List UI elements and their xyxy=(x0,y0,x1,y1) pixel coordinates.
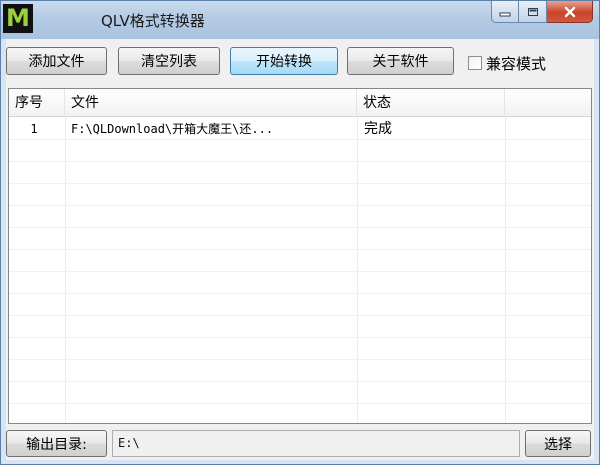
maximize-icon xyxy=(527,7,538,16)
caption-buttons xyxy=(491,1,593,23)
column-header-index[interactable]: 序号 xyxy=(9,89,65,117)
column-divider xyxy=(357,117,358,423)
column-divider xyxy=(65,117,66,423)
row-divider xyxy=(9,315,591,316)
close-button[interactable] xyxy=(547,1,593,23)
row-divider xyxy=(9,271,591,272)
row-divider xyxy=(9,161,591,162)
row-divider xyxy=(9,337,591,338)
output-path-field[interactable]: E:\ xyxy=(112,430,520,457)
row-divider xyxy=(9,403,591,404)
row-index: 1 xyxy=(30,122,38,136)
row-divider xyxy=(9,381,591,382)
row-divider xyxy=(9,183,591,184)
list-body: 1 F:\QLDownload\开箱大魔王\还... 完成 xyxy=(9,117,591,423)
row-divider xyxy=(9,293,591,294)
column-header-empty xyxy=(505,89,591,117)
column-header-file[interactable]: 文件 xyxy=(65,89,357,117)
close-icon xyxy=(564,6,575,17)
row-divider xyxy=(9,227,591,228)
title-bar[interactable]: M QLV格式转换器 xyxy=(1,1,599,39)
about-button[interactable]: 关于软件 xyxy=(347,47,454,75)
compat-mode-option[interactable]: 兼容模式 xyxy=(468,52,546,74)
row-status: 完成 xyxy=(364,121,392,137)
row-divider xyxy=(9,249,591,250)
compat-mode-checkbox[interactable] xyxy=(468,56,482,70)
compat-mode-label: 兼容模式 xyxy=(486,54,547,73)
app-icon: M xyxy=(3,4,33,33)
app-window: M QLV格式转换器 添加文件 清空列表 开始转换 关于软件 兼容模式 序号 文… xyxy=(0,0,600,465)
row-divider xyxy=(9,359,591,360)
column-divider xyxy=(505,117,506,423)
minimize-button[interactable] xyxy=(491,1,519,23)
clear-list-button[interactable]: 清空列表 xyxy=(118,47,220,75)
minimize-icon xyxy=(499,12,511,16)
window-title: QLV格式转换器 xyxy=(101,12,205,30)
add-file-button[interactable]: 添加文件 xyxy=(6,47,107,75)
column-header-status[interactable]: 状态 xyxy=(357,89,505,117)
choose-button[interactable]: 选择 xyxy=(525,430,591,457)
output-dir-button[interactable]: 输出目录: xyxy=(6,430,107,457)
maximize-button[interactable] xyxy=(519,1,547,23)
start-convert-button[interactable]: 开始转换 xyxy=(230,47,338,75)
list-header: 序号 文件 状态 xyxy=(9,89,591,117)
file-list[interactable]: 序号 文件 状态 1 F:\QLDownload\开箱大魔王\还... 完成 xyxy=(8,88,592,424)
client-area: 添加文件 清空列表 开始转换 关于软件 兼容模式 序号 文件 状态 1 F:\Q… xyxy=(6,39,594,460)
row-file-path: F:\QLDownload\开箱大魔王\还... xyxy=(71,122,274,136)
row-divider xyxy=(9,205,591,206)
